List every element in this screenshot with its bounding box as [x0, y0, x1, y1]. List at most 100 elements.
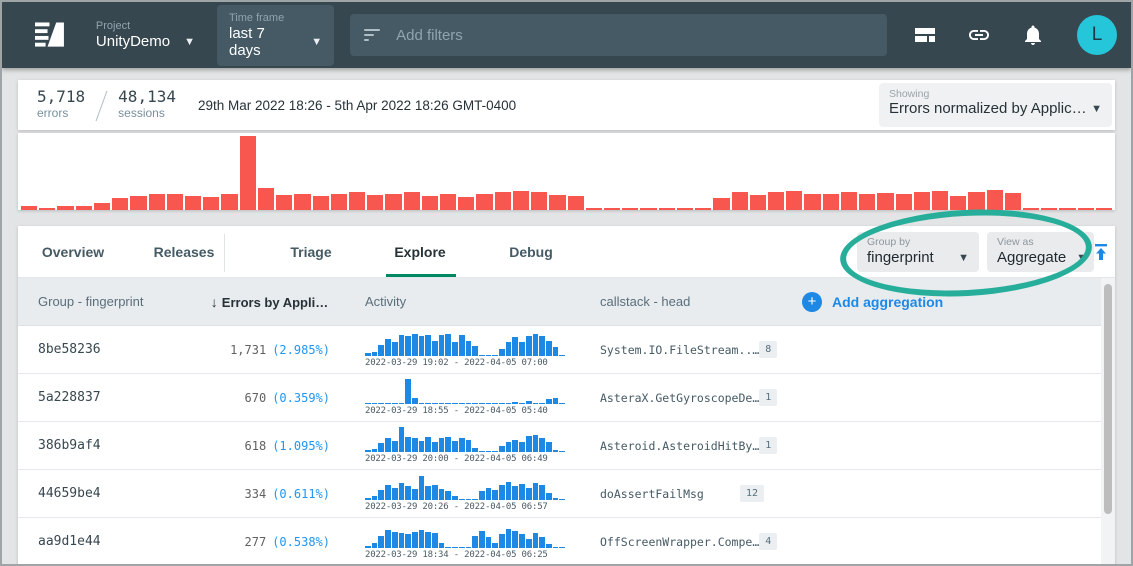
- errors-count-cell: 334: [245, 487, 267, 501]
- tab-triage[interactable]: Triage: [290, 226, 331, 278]
- add-aggregation-label: Add aggregation: [832, 294, 943, 310]
- summary-card: 5,718 errors 48,134 sessions 29th Mar 20…: [18, 80, 1115, 130]
- timeframe-selector[interactable]: Time frame last 7 days ▼: [217, 5, 334, 66]
- dashboard-icon[interactable]: [913, 23, 937, 47]
- tab-debug[interactable]: Debug: [509, 226, 553, 278]
- callstack-cell: Asteroid.AsteroidHitBy…: [600, 439, 759, 453]
- table-row[interactable]: aa9d1e44 277 (0.538%) 2022-03-29 18:34 - …: [18, 518, 1115, 566]
- view-as-value: Aggregate: [997, 249, 1066, 266]
- activity-range: 2022-03-29 20:00 - 2022-04-05 06:49: [365, 454, 565, 464]
- chevron-down-icon: ▼: [184, 36, 195, 48]
- callstack-count-badge[interactable]: 1: [759, 389, 777, 406]
- errors-count-cell: 618: [245, 439, 267, 453]
- chevron-down-icon: ▼: [1091, 103, 1102, 115]
- errors-count-cell: 277: [245, 535, 267, 549]
- fingerprint-cell: 8be58236: [18, 342, 198, 357]
- tab-releases[interactable]: Releases: [154, 226, 215, 278]
- group-by-selector[interactable]: Group by fingerprint ▼: [857, 232, 979, 272]
- showing-selector[interactable]: Showing Errors normalized by Applic… ▼: [879, 83, 1112, 127]
- view-as-label: View as: [997, 236, 1084, 249]
- table-row[interactable]: 8be58236 1,731 (2.985%) 2022-03-29 19:02 …: [18, 326, 1115, 374]
- activity-sparkline: [365, 475, 565, 500]
- showing-label: Showing: [889, 88, 1102, 100]
- col-header-callstack[interactable]: callstack - head: [575, 294, 776, 309]
- topbar: Project UnityDemo ▼ Time frame last 7 da…: [2, 2, 1131, 68]
- app-window: Project UnityDemo ▼ Time frame last 7 da…: [0, 0, 1133, 566]
- group-by-label: Group by: [867, 236, 969, 249]
- explore-card: Overview Releases Triage Explore Debug G…: [18, 226, 1115, 566]
- table-row[interactable]: 386b9af4 618 (1.095%) 2022-03-29 20:00 - …: [18, 422, 1115, 470]
- fingerprint-cell: aa9d1e44: [18, 534, 198, 549]
- callstack-count-badge[interactable]: 1: [759, 437, 777, 454]
- callstack-count-badge[interactable]: 4: [759, 533, 777, 550]
- plus-icon: +: [802, 292, 822, 312]
- filter-icon: [364, 29, 380, 41]
- col-header-errors[interactable]: ↓Errors by Appli…: [198, 294, 341, 310]
- activity-sparkline: [365, 331, 565, 356]
- errors-percent-link[interactable]: (1.095%): [272, 439, 330, 453]
- callstack-cell: System.IO.FileStream..…: [600, 343, 759, 357]
- tab-bar: Overview Releases Triage Explore Debug G…: [18, 226, 1115, 278]
- error-histogram-card: [18, 133, 1115, 210]
- add-aggregation-button[interactable]: + Add aggregation: [776, 292, 1115, 312]
- activity-range: 2022-03-29 18:34 - 2022-04-05 06:25: [365, 550, 565, 560]
- activity-sparkline: [365, 427, 565, 452]
- vertical-scrollbar[interactable]: [1101, 278, 1115, 566]
- timeframe-label: Time frame: [229, 12, 322, 25]
- callstack-cell: doAssertFailMsg: [600, 487, 704, 501]
- activity-sparkline: [365, 523, 565, 548]
- sessions-label: sessions: [118, 106, 176, 120]
- backtrace-logo-icon[interactable]: [35, 21, 64, 49]
- activity-range: 2022-03-29 19:02 - 2022-04-05 07:00: [365, 358, 565, 368]
- fingerprint-cell: 386b9af4: [18, 438, 198, 453]
- divider: [224, 234, 225, 272]
- table-row[interactable]: 44659be4 334 (0.611%) 2022-03-29 20:26 - …: [18, 470, 1115, 518]
- fingerprint-cell: 5a228837: [18, 390, 198, 405]
- showing-value: Errors normalized by Applic…: [889, 100, 1087, 117]
- activity-range: 2022-03-29 20:26 - 2022-04-05 06:57: [365, 502, 565, 512]
- callstack-count-badge[interactable]: 8: [759, 341, 777, 358]
- col-header-fingerprint[interactable]: Group - fingerprint: [18, 294, 198, 309]
- tab-overview[interactable]: Overview: [42, 226, 104, 278]
- view-as-selector[interactable]: View as Aggregate ▼: [987, 232, 1094, 272]
- project-value: UnityDemo: [96, 33, 170, 50]
- link-icon[interactable]: [967, 23, 991, 47]
- table-row[interactable]: 5a228837 670 (0.359%) 2022-03-29 18:55 - …: [18, 374, 1115, 422]
- errors-percent-link[interactable]: (0.538%): [272, 535, 330, 549]
- callstack-cell: OffScreenWrapper.Compe…: [600, 535, 759, 549]
- project-selector[interactable]: Project UnityDemo ▼: [96, 20, 195, 50]
- project-label: Project: [96, 20, 195, 33]
- errors-count-cell: 670: [245, 391, 267, 405]
- add-filters-input[interactable]: [396, 27, 873, 44]
- group-by-value: fingerprint: [867, 249, 934, 266]
- errors-count-cell: 1,731: [230, 343, 266, 357]
- scrollbar-thumb[interactable]: [1104, 284, 1112, 514]
- sort-desc-icon: ↓: [211, 294, 218, 310]
- fingerprint-cell: 44659be4: [18, 486, 198, 501]
- table-header: Group - fingerprint ↓Errors by Appli… Ac…: [18, 278, 1115, 326]
- callstack-count-badge[interactable]: 12: [740, 485, 764, 502]
- errors-label: errors: [37, 106, 85, 120]
- date-range: 29th Mar 2022 18:26 - 5th Apr 2022 18:26…: [198, 98, 516, 113]
- user-avatar[interactable]: L: [1077, 15, 1117, 55]
- chevron-down-icon: ▼: [958, 252, 969, 264]
- activity-sparkline: [365, 379, 565, 404]
- divider: [96, 91, 108, 121]
- timeframe-value: last 7 days: [229, 25, 297, 59]
- errors-percent-link[interactable]: (2.985%): [272, 343, 330, 357]
- errors-count: 5,718: [37, 88, 85, 106]
- sessions-count: 48,134: [118, 88, 176, 106]
- chevron-down-icon: ▼: [311, 36, 322, 48]
- errors-percent-link[interactable]: (0.359%): [272, 391, 330, 405]
- errors-percent-link[interactable]: (0.611%): [272, 487, 330, 501]
- active-tab-indicator: [386, 274, 456, 277]
- tab-explore[interactable]: Explore: [394, 226, 445, 278]
- error-histogram[interactable]: [21, 136, 1112, 210]
- chevron-down-icon: ▼: [1076, 252, 1087, 264]
- callstack-cell: AsteraX.GetGyroscopeDe…: [600, 391, 759, 405]
- activity-range: 2022-03-29 18:55 - 2022-04-05 05:40: [365, 406, 565, 416]
- col-header-activity[interactable]: Activity: [341, 294, 575, 309]
- filters-bar[interactable]: [350, 14, 887, 56]
- scroll-to-top-icon[interactable]: [1092, 243, 1110, 261]
- notifications-bell-icon[interactable]: [1021, 23, 1045, 47]
